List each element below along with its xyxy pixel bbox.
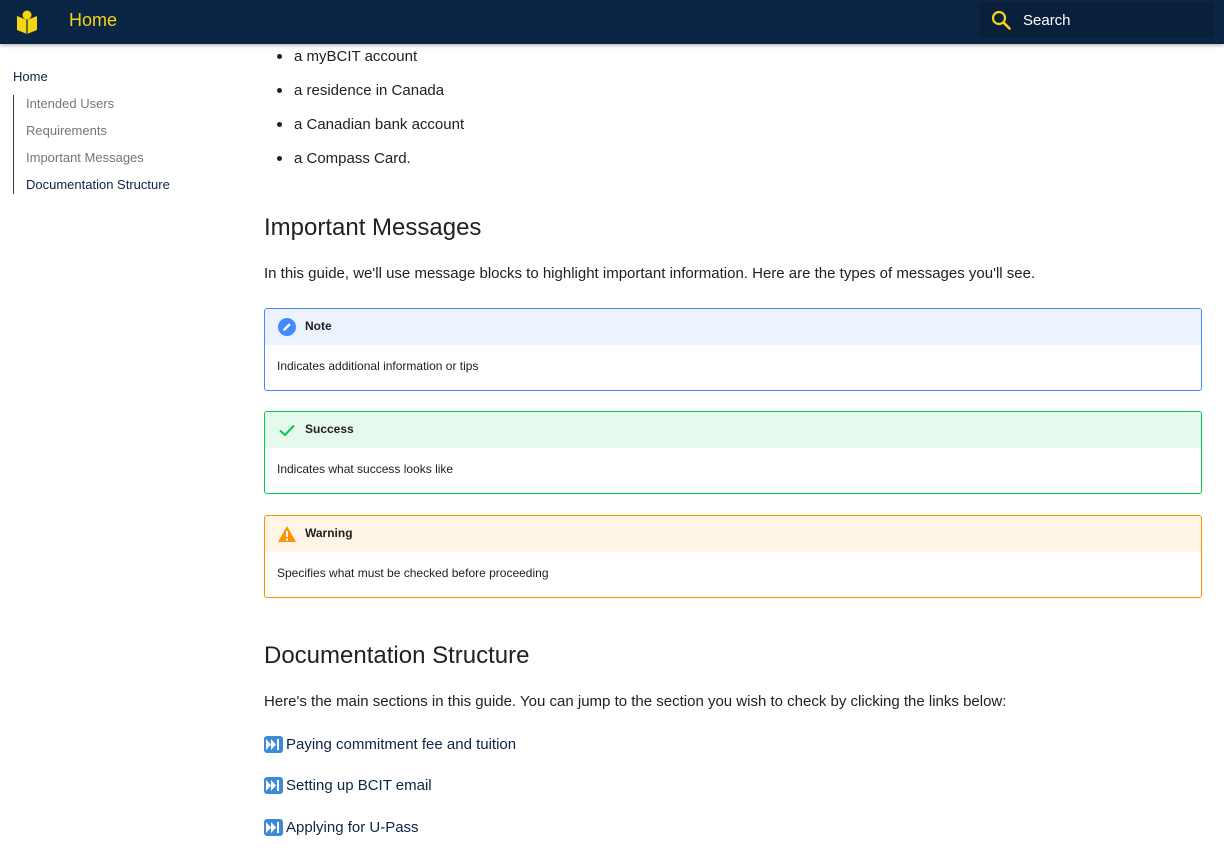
warning-block-header: Warning (265, 516, 1201, 552)
warning-body: Specifies what must be checked before pr… (277, 566, 549, 580)
list-item: a Compass Card. (264, 150, 464, 184)
success-block-header: Success (265, 412, 1201, 448)
section-link[interactable]: Paying commitment fee and tuition (264, 734, 516, 754)
fast-forward-icon (264, 735, 283, 753)
documentation-structure-heading: Documentation Structure (264, 642, 530, 669)
requirements-list: a myBCIT account a residence in Canada a… (264, 48, 464, 184)
warning-icon (277, 524, 297, 544)
pencil-icon (277, 317, 297, 337)
list-item: a Canadian bank account (264, 116, 464, 150)
sidebar-item-requirements[interactable]: Requirements (26, 122, 233, 149)
note-block-header: Note (265, 309, 1201, 345)
search-input[interactable]: Search (980, 2, 1214, 38)
header-title[interactable]: Home (69, 10, 117, 31)
success-body: Indicates what success looks like (277, 462, 454, 476)
sidebar-item-documentation-structure[interactable]: Documentation Structure (26, 176, 233, 194)
sidebar-toc: Intended Users Requirements Important Me… (13, 95, 233, 194)
sidebar-item-home[interactable]: Home (13, 68, 233, 86)
warning-title: Warning (305, 526, 353, 540)
sidebar-item-important-messages[interactable]: Important Messages (26, 149, 233, 176)
section-link-label[interactable]: Paying commitment fee and tuition (286, 736, 516, 753)
documentation-structure-intro: Here's the main sections in this guide. … (264, 693, 1007, 710)
list-item: a myBCIT account (264, 48, 464, 82)
top-header: Home Search (0, 0, 1224, 44)
fast-forward-icon (264, 776, 283, 794)
search-placeholder: Search (1023, 12, 1071, 29)
sidebar-item-intended-users[interactable]: Intended Users (26, 95, 233, 122)
note-block: Note Indicates additional information or… (264, 308, 1202, 391)
fast-forward-icon (264, 818, 283, 836)
success-block: Success Indicates what success looks lik… (264, 411, 1202, 494)
search-icon (990, 9, 1012, 31)
warning-block: Warning Specifies what must be checked b… (264, 515, 1202, 598)
book-icon[interactable] (14, 8, 40, 34)
list-item: a residence in Canada (264, 82, 464, 116)
important-messages-heading: Important Messages (264, 214, 482, 241)
note-body: Indicates additional information or tips (277, 359, 479, 373)
note-title: Note (305, 319, 332, 333)
important-messages-intro: In this guide, we'll use message blocks … (264, 265, 1036, 282)
check-icon (277, 420, 297, 440)
section-link-label[interactable]: Applying for U-Pass (286, 819, 419, 836)
section-link[interactable]: Setting up BCIT email (264, 775, 432, 795)
section-link-label[interactable]: Setting up BCIT email (286, 777, 432, 794)
sidebar-nav: Home Intended Users Requirements Importa… (13, 68, 233, 194)
success-title: Success (305, 422, 354, 436)
section-link[interactable]: Applying for U-Pass (264, 817, 419, 837)
